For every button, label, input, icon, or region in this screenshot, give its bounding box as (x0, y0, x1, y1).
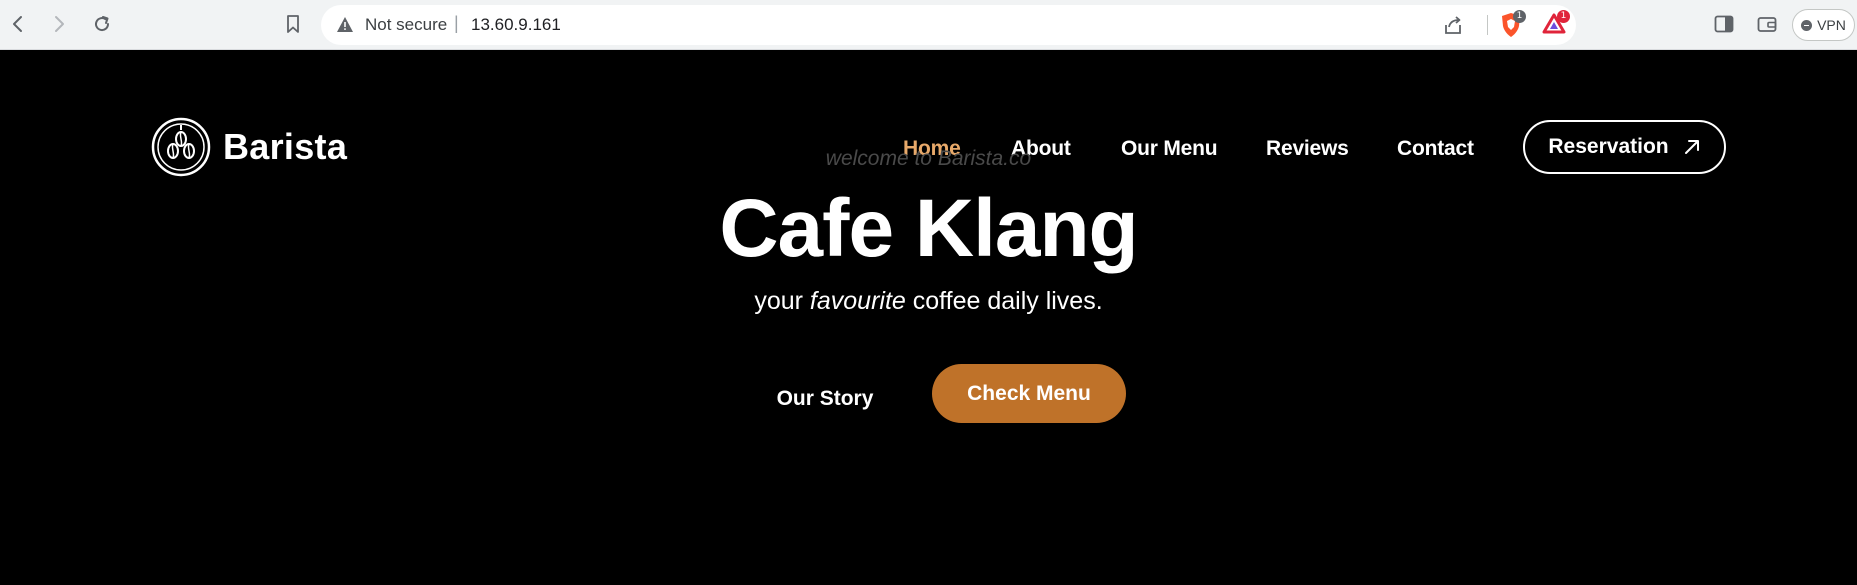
wallet-button[interactable] (1752, 9, 1782, 39)
hero-subtitle: your favourite coffee daily lives. (0, 287, 1857, 316)
hero-title: Cafe Klang (719, 183, 1138, 274)
sidebar-toggle-button[interactable] (1709, 9, 1739, 39)
back-button[interactable] (3, 9, 33, 39)
toolbar-divider (1487, 15, 1488, 35)
subtitle-part-2: coffee daily lives. (905, 287, 1103, 315)
subtitle-emphasis: favourite (809, 287, 906, 315)
hero-welcome-text: welcome to Barista.co (825, 147, 1032, 170)
url-text[interactable]: 13.60.9.161 (471, 15, 561, 35)
reload-button[interactable] (87, 9, 117, 39)
our-story-link[interactable]: Our Story (760, 387, 890, 411)
share-icon[interactable] (1442, 14, 1464, 41)
bookmark-button[interactable] (278, 9, 308, 39)
security-label: Not secure (365, 15, 448, 34)
forward-arrow-icon (55, 16, 64, 32)
browser-toolbar: Not secure | 13.60.9.161 1 1 VPN (0, 0, 1857, 50)
page-content: Barista Home About Our Menu Reviews Cont… (0, 51, 1857, 585)
forward-button[interactable] (44, 9, 74, 39)
brave-rewards-icon[interactable]: 1 (1542, 10, 1570, 41)
address-separator: | (454, 13, 459, 33)
shields-badge: 1 (1513, 10, 1526, 23)
warning-icon[interactable] (336, 16, 354, 38)
check-menu-button[interactable]: Check Menu (932, 364, 1126, 423)
sidebar-icon (1714, 15, 1734, 33)
wallet-icon (1757, 17, 1777, 32)
reload-icon (95, 16, 110, 32)
address-bar[interactable]: Not secure | 13.60.9.161 1 1 (321, 5, 1576, 45)
vpn-button[interactable]: VPN (1792, 9, 1855, 41)
bookmark-icon (287, 15, 299, 33)
back-arrow-icon (13, 16, 22, 32)
brave-shields-icon[interactable]: 1 (1500, 10, 1526, 43)
subtitle-part-1: your (754, 287, 810, 315)
vpn-label: VPN (1817, 17, 1846, 33)
rewards-badge: 1 (1557, 10, 1570, 23)
vpn-status-icon (1801, 19, 1813, 31)
